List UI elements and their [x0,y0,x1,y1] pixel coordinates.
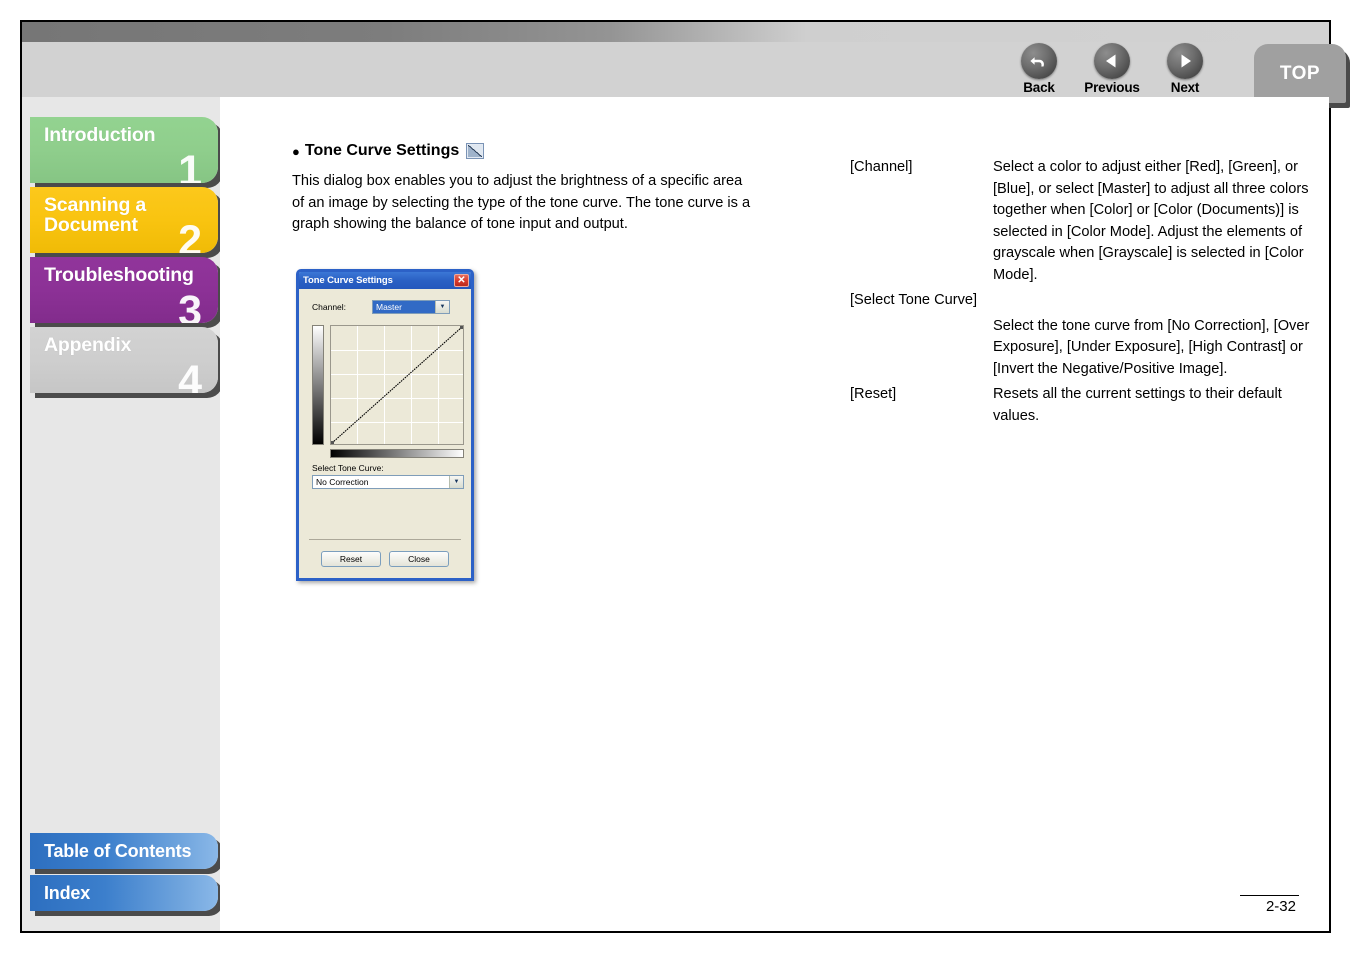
sidebar-item-scanning-a-document[interactable]: Scanning a Document 2 [30,187,218,253]
dialog-title-bar: Tone Curve Settings ✕ [299,272,471,289]
sidebar-item-number: 4 [178,357,202,394]
close-button[interactable]: Close [389,551,449,567]
header-gradient-bar [22,22,1329,42]
table-of-contents-label: Table of Contents [44,840,192,861]
dialog-button-row: Reset Close [299,551,471,567]
channel-label: Channel: [312,302,347,312]
page-number: 2-32 [1265,898,1296,915]
close-icon[interactable]: ✕ [454,274,469,287]
chevron-down-icon: ▼ [435,301,449,313]
left-column: ● Tone Curve Settings This dialog box en… [292,142,772,581]
page-frame: Back Previous Next TOP Introduction 1 Sc… [20,20,1346,933]
sidebar-chapter-list: Introduction 1 Scanning a Document 2 Tro… [30,117,230,397]
sidebar: Introduction 1 Scanning a Document 2 Tro… [22,97,220,931]
channel-dropdown[interactable]: Master ▼ [372,300,450,314]
top-button[interactable]: TOP [1254,44,1346,103]
right-triangle-icon [1167,43,1203,79]
sidebar-item-number: 2 [178,217,202,254]
channel-selected-value: Master [373,301,435,313]
sidebar-item-appendix[interactable]: Appendix 4 [30,327,218,393]
intro-paragraph: This dialog box enables you to adjust th… [292,173,751,232]
sidebar-item-introduction[interactable]: Introduction 1 [30,117,218,183]
sidebar-bottom-links: Table of Contents Index [30,833,230,917]
dialog-title: Tone Curve Settings [303,275,393,286]
dialog-body: Channel: Master ▼ Select Tone Curve: No … [299,289,471,578]
description-term: [Select Tone Curve] [850,292,978,308]
sidebar-item-table-of-contents[interactable]: Table of Contents [30,833,218,869]
tone-curve-graph-area [312,325,464,458]
description-definition: Select a color to adjust either [Red], [… [993,159,1309,283]
previous-label: Previous [1084,80,1140,95]
chevron-down-icon: ▼ [449,476,463,488]
sidebar-item-number: 3 [178,287,202,324]
back-label: Back [1023,80,1055,95]
description-definition: Resets all the current settings to their… [993,386,1282,424]
bullet-icon: ● [292,143,300,159]
sidebar-item-label: Appendix [44,334,132,356]
sidebar-item-label: Introduction [44,124,156,146]
output-gradient-bar [312,325,324,445]
right-column: [Channel] Select a color to adjust eithe… [850,157,1350,431]
description-term: [Channel] [850,159,913,175]
tone-curve-settings-dialog: Tone Curve Settings ✕ Channel: Master ▼ [296,269,474,581]
tone-curve-icon [466,143,485,159]
select-tone-curve-dropdown[interactable]: No Correction ▼ [312,475,464,489]
next-label: Next [1170,80,1200,95]
dialog-divider [309,539,461,540]
sidebar-item-index[interactable]: Index [30,875,218,911]
top-button-label: TOP [1279,62,1321,84]
index-label: Index [44,882,91,903]
footer-divider [1240,895,1299,896]
channel-row: Channel: Master ▼ [312,300,467,314]
description-row-reset: [Reset] Resets all the current settings … [850,384,1350,427]
sidebar-item-number: 1 [178,147,202,184]
back-arrow-icon [1021,43,1057,79]
left-triangle-icon [1094,43,1130,79]
top-navigation-bar: Back Previous Next [997,42,1227,97]
description-row-select-tone-curve: [Select Tone Curve] Select the tone curv… [850,290,1350,380]
footer: 2-32 [420,885,1329,931]
input-gradient-bar [330,449,464,458]
description-definition: Select the tone curve from [No Correctio… [993,317,1310,377]
description-term: [Reset] [850,386,897,402]
reset-button[interactable]: Reset [321,551,381,567]
sidebar-item-label: Troubleshooting [44,264,194,286]
tone-curve-plot[interactable] [330,325,464,445]
select-tone-curve-value: No Correction [316,477,369,487]
previous-button[interactable]: Previous [1078,42,1146,95]
next-button[interactable]: Next [1151,42,1219,95]
main-content: ● Tone Curve Settings This dialog box en… [220,97,1329,931]
description-row-channel: [Channel] Select a color to adjust eithe… [850,157,1350,286]
page-title: ● Tone Curve Settings [292,142,772,160]
section-title-text: Tone Curve Settings [304,142,460,159]
select-tone-curve-label: Select Tone Curve: [312,463,384,473]
back-button[interactable]: Back [1005,42,1073,95]
sidebar-item-troubleshooting[interactable]: Troubleshooting 3 [30,257,218,323]
